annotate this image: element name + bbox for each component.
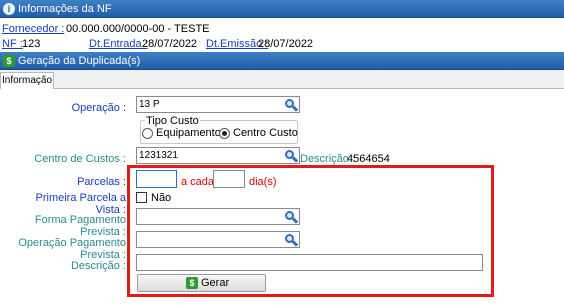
tipo-custo-legend: Tipo Custo [145,115,200,127]
operacao-search-icon[interactable] [284,98,299,112]
info-icon: i [3,3,15,15]
descricao-cc-value: 4564654 [347,153,390,165]
nf-value: 123 [22,38,41,50]
dt-entrada-link[interactable]: Dt.Entrada : [89,38,148,50]
operacao-pagamento-label: Operação Pagamento Prevista : [18,237,126,261]
duplicata-title: Geração da Duplicada(s) [18,55,141,67]
operacao-input[interactable]: 13 P [136,96,300,113]
centro-custos-label: Centro de Custos : [34,153,126,165]
primeira-parcela-label: Primeira Parcela a Vista : [35,192,126,216]
forma-pagamento-label: Forma Pagamento Prevista : [34,214,126,238]
dt-emissao-value: 28/07/2022 [258,38,314,50]
duplicata-titlebar: $ Geração da Duplicada(s) [0,52,564,70]
nf-info-title: Informações da NF [18,3,112,15]
tab-informacao[interactable]: Informação [0,72,54,89]
dollar-icon: $ [3,55,15,67]
tab-strip: Informação [0,70,564,89]
descricao-label: Descrição : [70,260,126,272]
radio-centro-custo-label: Centro Custo [233,127,298,139]
operacao-label: Operação : [71,102,126,114]
radio-equipamento[interactable] [142,128,153,139]
parcelas-label: Parcelas : [77,176,126,188]
nf-info-titlebar: i Informações da NF [0,0,564,18]
nf-link[interactable]: NF : [2,38,23,50]
centro-custos-input[interactable]: 1231321 [136,147,300,164]
dt-entrada-value: 28/07/2022 [142,38,198,50]
fornecedor-link[interactable]: Fornecedor : [2,23,64,35]
radio-equipamento-label: Equipamento [156,127,221,139]
highlight-box [127,165,494,297]
radio-centro-custo[interactable] [219,128,230,139]
fornecedor-value: 00.000.000/0000-00 - TESTE [66,23,210,35]
centro-custos-search-icon[interactable] [284,149,299,163]
